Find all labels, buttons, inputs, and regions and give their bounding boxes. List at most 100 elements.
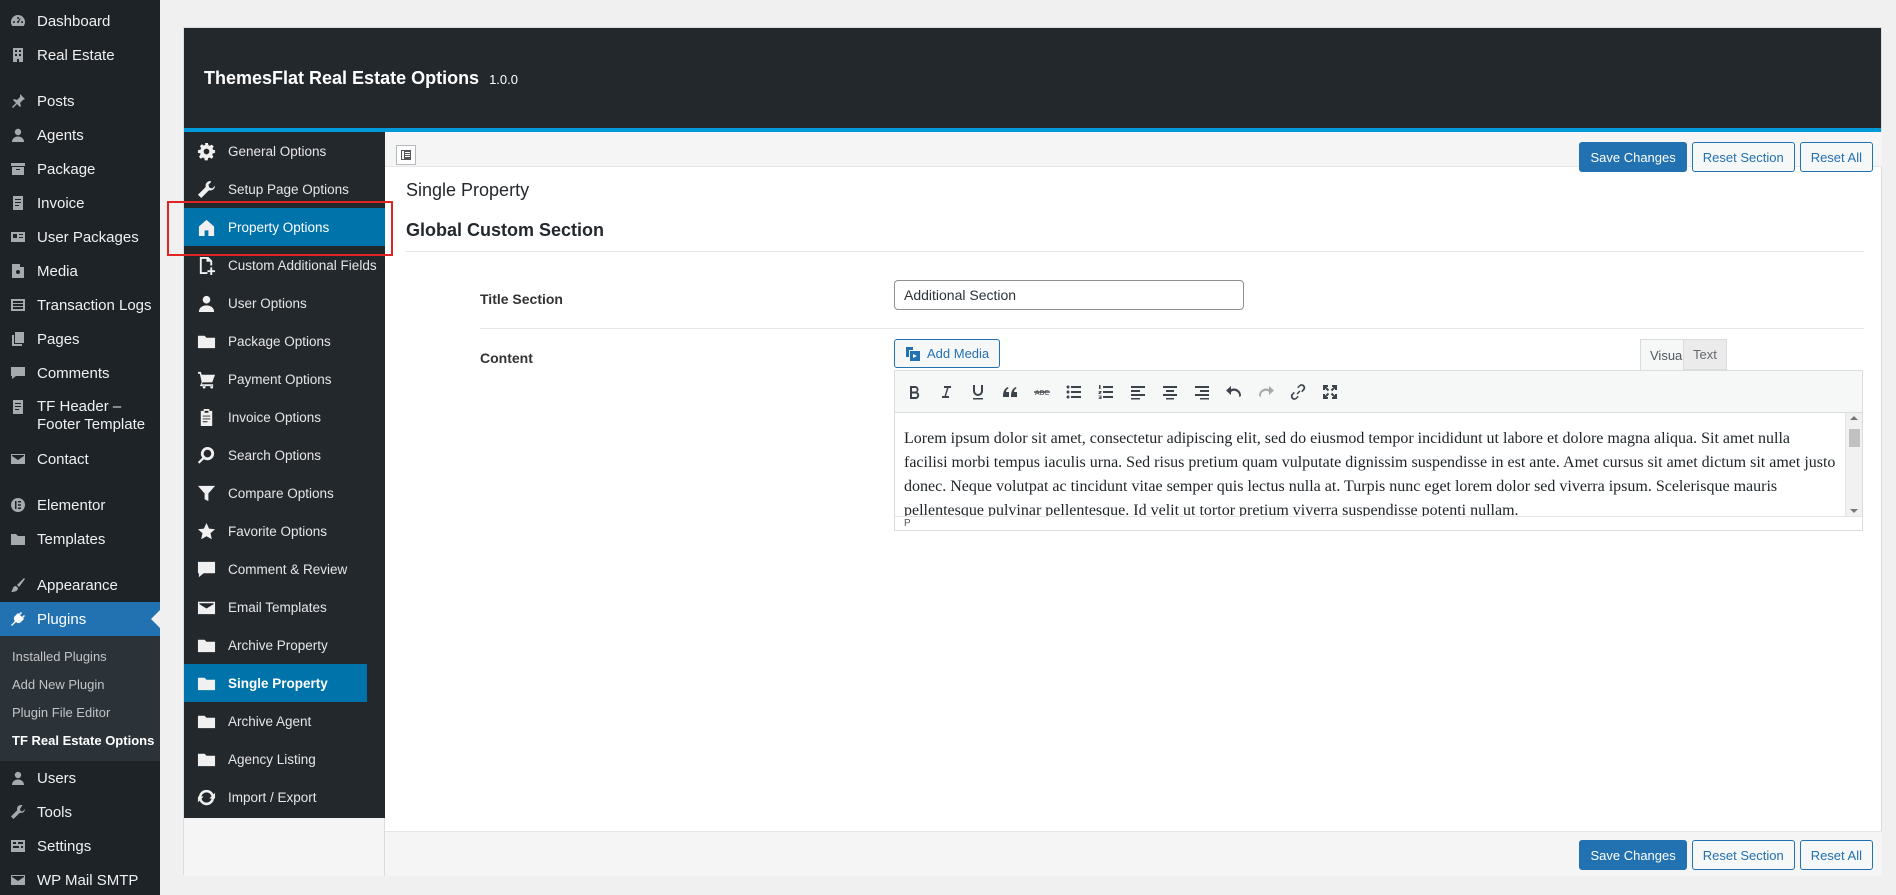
nav-archive-agent[interactable]: Archive Agent bbox=[184, 702, 385, 740]
folder-icon bbox=[196, 673, 216, 693]
nav-favorite-options[interactable]: Favorite Options bbox=[184, 512, 385, 550]
bullet-list-icon[interactable] bbox=[1060, 378, 1088, 406]
expand-options-button[interactable] bbox=[396, 145, 416, 165]
refresh-icon bbox=[196, 787, 216, 807]
tab-text[interactable]: Text bbox=[1683, 339, 1727, 370]
document-icon bbox=[9, 194, 27, 212]
annotation-highlight bbox=[167, 201, 393, 256]
folder-icon bbox=[196, 331, 216, 351]
user-icon bbox=[9, 126, 27, 144]
options-panel: ThemesFlat Real Estate Options 1.0.0 Gen… bbox=[183, 27, 1882, 876]
redo-icon[interactable] bbox=[1252, 378, 1280, 406]
menu-posts[interactable]: Posts bbox=[0, 84, 160, 118]
panel-title: ThemesFlat Real Estate Options bbox=[204, 67, 480, 88]
link-icon[interactable] bbox=[1284, 378, 1312, 406]
nav-archive-property[interactable]: Archive Property bbox=[184, 626, 385, 664]
filter-icon bbox=[196, 483, 216, 503]
editor-scrollbar[interactable] bbox=[1845, 413, 1862, 517]
editor-content[interactable]: Lorem ipsum dolor sit amet, consectetur … bbox=[895, 413, 1845, 517]
submenu-tf-real-estate-options[interactable]: TF Real Estate Options bbox=[0, 727, 160, 755]
blockquote-icon[interactable] bbox=[996, 378, 1024, 406]
menu-dashboard[interactable]: Dashboard bbox=[0, 4, 160, 38]
menu-tf-header-footer[interactable]: TF Header – Footer Template bbox=[0, 390, 160, 442]
reset-section-button[interactable]: Reset Section bbox=[1691, 840, 1795, 870]
user-icon bbox=[9, 769, 27, 787]
menu-tools[interactable]: Tools bbox=[0, 795, 160, 829]
fullscreen-icon[interactable] bbox=[1316, 378, 1344, 406]
align-right-icon[interactable] bbox=[1188, 378, 1216, 406]
email-icon bbox=[9, 871, 27, 889]
pages-icon bbox=[9, 330, 27, 348]
reset-all-button[interactable]: Reset All bbox=[1799, 142, 1873, 172]
nav-comment-review[interactable]: Comment & Review bbox=[184, 550, 385, 588]
search-icon bbox=[196, 445, 216, 465]
options-main: Save Changes Reset Section Reset All Sin… bbox=[385, 132, 1882, 876]
content-editor: ABC Lorem ipsum dolor sit amet, consecte… bbox=[894, 370, 1863, 531]
nav-agency-listing[interactable]: Agency Listing bbox=[184, 740, 385, 778]
svg-text:ABC: ABC bbox=[1035, 389, 1049, 397]
folder-icon bbox=[196, 635, 216, 655]
settings-icon bbox=[9, 837, 27, 855]
wrench-icon bbox=[196, 179, 216, 199]
nav-single-property[interactable]: Single Property bbox=[184, 664, 367, 702]
nav-package-options[interactable]: Package Options bbox=[184, 322, 385, 360]
add-media-button[interactable]: Add Media bbox=[894, 339, 1001, 368]
undo-icon[interactable] bbox=[1220, 378, 1248, 406]
menu-elementor[interactable]: Elementor bbox=[0, 488, 160, 522]
reset-all-button[interactable]: Reset All bbox=[1799, 840, 1873, 870]
reset-section-button[interactable]: Reset Section bbox=[1691, 142, 1795, 172]
menu-users[interactable]: Users bbox=[0, 761, 160, 795]
menu-user-packages[interactable]: User Packages bbox=[0, 220, 160, 254]
submenu-plugin-file-editor[interactable]: Plugin File Editor bbox=[0, 699, 160, 727]
top-toolbar: Save Changes Reset Section Reset All bbox=[385, 132, 1882, 172]
menu-real-estate[interactable]: Real Estate bbox=[0, 38, 160, 72]
list-icon bbox=[9, 296, 27, 314]
menu-plugins[interactable]: Plugins bbox=[0, 602, 160, 636]
menu-comments[interactable]: Comments bbox=[0, 356, 160, 390]
nav-email-templates[interactable]: Email Templates bbox=[184, 588, 385, 626]
plugins-submenu: Installed Plugins Add New Plugin Plugin … bbox=[0, 636, 160, 761]
menu-pages[interactable]: Pages bbox=[0, 322, 160, 356]
menu-package[interactable]: Package bbox=[0, 152, 160, 186]
folder-icon bbox=[196, 749, 216, 769]
nav-compare-options[interactable]: Compare Options bbox=[184, 474, 385, 512]
save-changes-button[interactable]: Save Changes bbox=[1579, 142, 1687, 172]
title-section-input[interactable] bbox=[894, 280, 1244, 310]
menu-transaction-logs[interactable]: Transaction Logs bbox=[0, 288, 160, 322]
align-left-icon[interactable] bbox=[1124, 378, 1152, 406]
strikethrough-icon[interactable]: ABC bbox=[1028, 378, 1056, 406]
bold-icon[interactable] bbox=[900, 378, 928, 406]
menu-agents[interactable]: Agents bbox=[0, 118, 160, 152]
save-changes-button[interactable]: Save Changes bbox=[1579, 840, 1687, 870]
menu-invoice[interactable]: Invoice bbox=[0, 186, 160, 220]
nav-search-options[interactable]: Search Options bbox=[184, 436, 385, 474]
section-subtitle: Global Custom Section bbox=[406, 220, 605, 240]
menu-appearance[interactable]: Appearance bbox=[0, 568, 160, 602]
nav-import-export[interactable]: Import / Export bbox=[184, 778, 385, 816]
submenu-installed-plugins[interactable]: Installed Plugins bbox=[0, 643, 160, 671]
add-document-icon bbox=[196, 255, 216, 275]
nav-user-options[interactable]: User Options bbox=[184, 284, 385, 322]
section-title: Single Property bbox=[406, 180, 530, 200]
sidenav-footer bbox=[184, 818, 385, 876]
email-icon bbox=[196, 597, 216, 617]
align-center-icon[interactable] bbox=[1156, 378, 1184, 406]
clipboard-icon bbox=[196, 407, 216, 427]
panel-header: ThemesFlat Real Estate Options 1.0.0 bbox=[184, 28, 1881, 132]
gear-icon bbox=[196, 141, 216, 161]
menu-templates[interactable]: Templates bbox=[0, 522, 160, 556]
numbered-list-icon[interactable] bbox=[1092, 378, 1120, 406]
menu-media[interactable]: Media bbox=[0, 254, 160, 288]
submenu-add-new-plugin[interactable]: Add New Plugin bbox=[0, 671, 160, 699]
underline-icon[interactable] bbox=[964, 378, 992, 406]
nav-general-options[interactable]: General Options bbox=[184, 132, 385, 170]
menu-settings[interactable]: Settings bbox=[0, 829, 160, 863]
nav-invoice-options[interactable]: Invoice Options bbox=[184, 398, 385, 436]
content-label: Content bbox=[480, 350, 533, 366]
nav-payment-options[interactable]: Payment Options bbox=[184, 360, 385, 398]
pin-icon bbox=[9, 92, 27, 110]
menu-contact[interactable]: Contact bbox=[0, 442, 160, 476]
italic-icon[interactable] bbox=[932, 378, 960, 406]
elementor-icon bbox=[9, 496, 27, 514]
menu-wp-mail-smtp[interactable]: WP Mail SMTP bbox=[0, 863, 160, 895]
